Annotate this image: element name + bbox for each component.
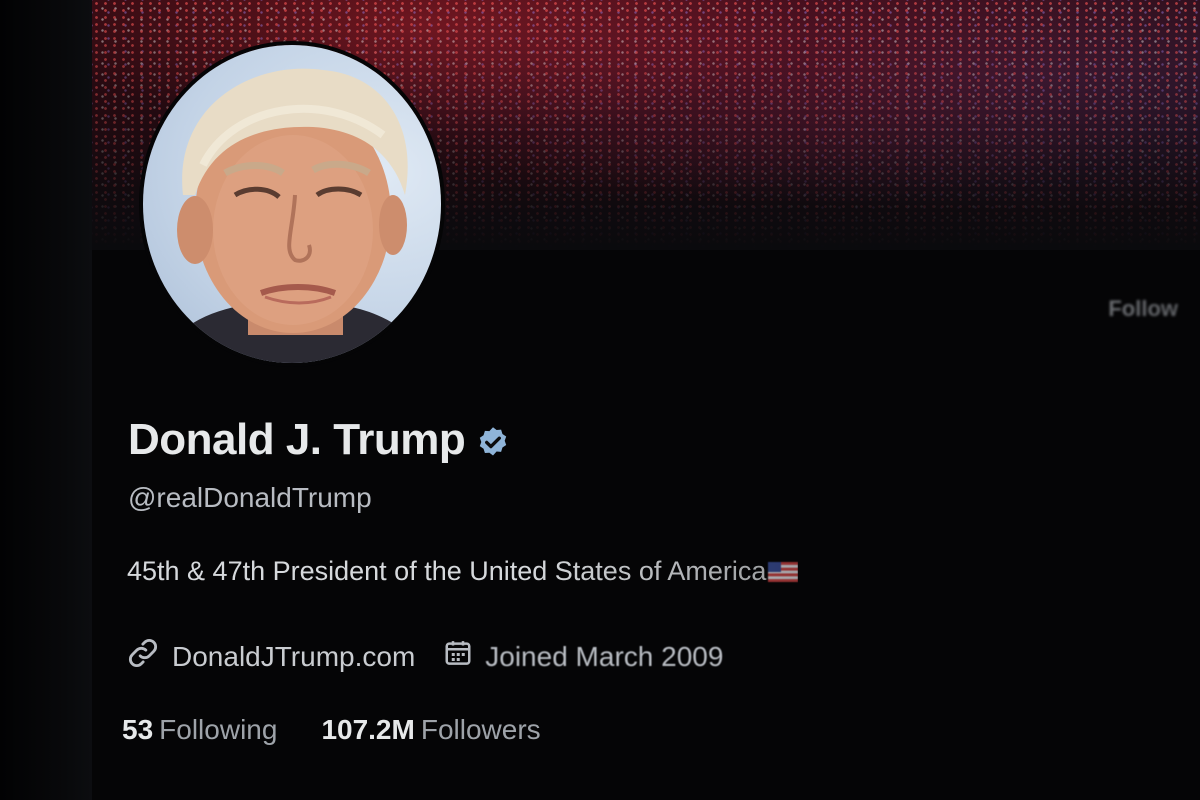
- profile-meta-row: DonaldJTrump.com Joined March 2009: [126, 636, 751, 677]
- follow-button[interactable]: Follow: [1108, 296, 1178, 322]
- following-label: Following: [159, 714, 278, 745]
- profile-bio-row: 45th & 47th President of the United Stat…: [127, 556, 799, 587]
- avatar[interactable]: [143, 45, 441, 363]
- joined-item: Joined March 2009: [443, 638, 723, 675]
- display-name: Donald J. Trump: [128, 415, 466, 464]
- joined-date: Joined March 2009: [485, 640, 724, 672]
- depth-of-field-overlay: [940, 250, 1200, 800]
- profile-name-row: Donald J. Trump: [128, 415, 511, 465]
- profile-screen: Follow Donald J. Trump @realDonaldTrump …: [0, 0, 1200, 800]
- followers-stat[interactable]: 107.2M Followers: [321, 714, 540, 746]
- link-icon: [126, 636, 160, 677]
- following-stat[interactable]: 53 Following: [122, 714, 277, 746]
- profile-stats-row: 53 Following 107.2M Followers: [122, 714, 585, 746]
- website-item[interactable]: DonaldJTrump.com: [126, 636, 415, 677]
- left-bezel: [0, 0, 92, 800]
- avatar-portrait: [153, 68, 433, 363]
- followers-label: Followers: [420, 714, 541, 745]
- profile-bio: 45th & 47th President of the United Stat…: [127, 556, 767, 586]
- us-flag-emoji-icon: [768, 558, 799, 582]
- verified-badge-icon[interactable]: [475, 422, 511, 458]
- following-count: 53: [122, 714, 154, 745]
- website-link[interactable]: DonaldJTrump.com: [172, 641, 415, 673]
- followers-count: 107.2M: [321, 714, 415, 745]
- calendar-icon: [443, 638, 473, 675]
- profile-handle: @realDonaldTrump: [128, 482, 372, 513]
